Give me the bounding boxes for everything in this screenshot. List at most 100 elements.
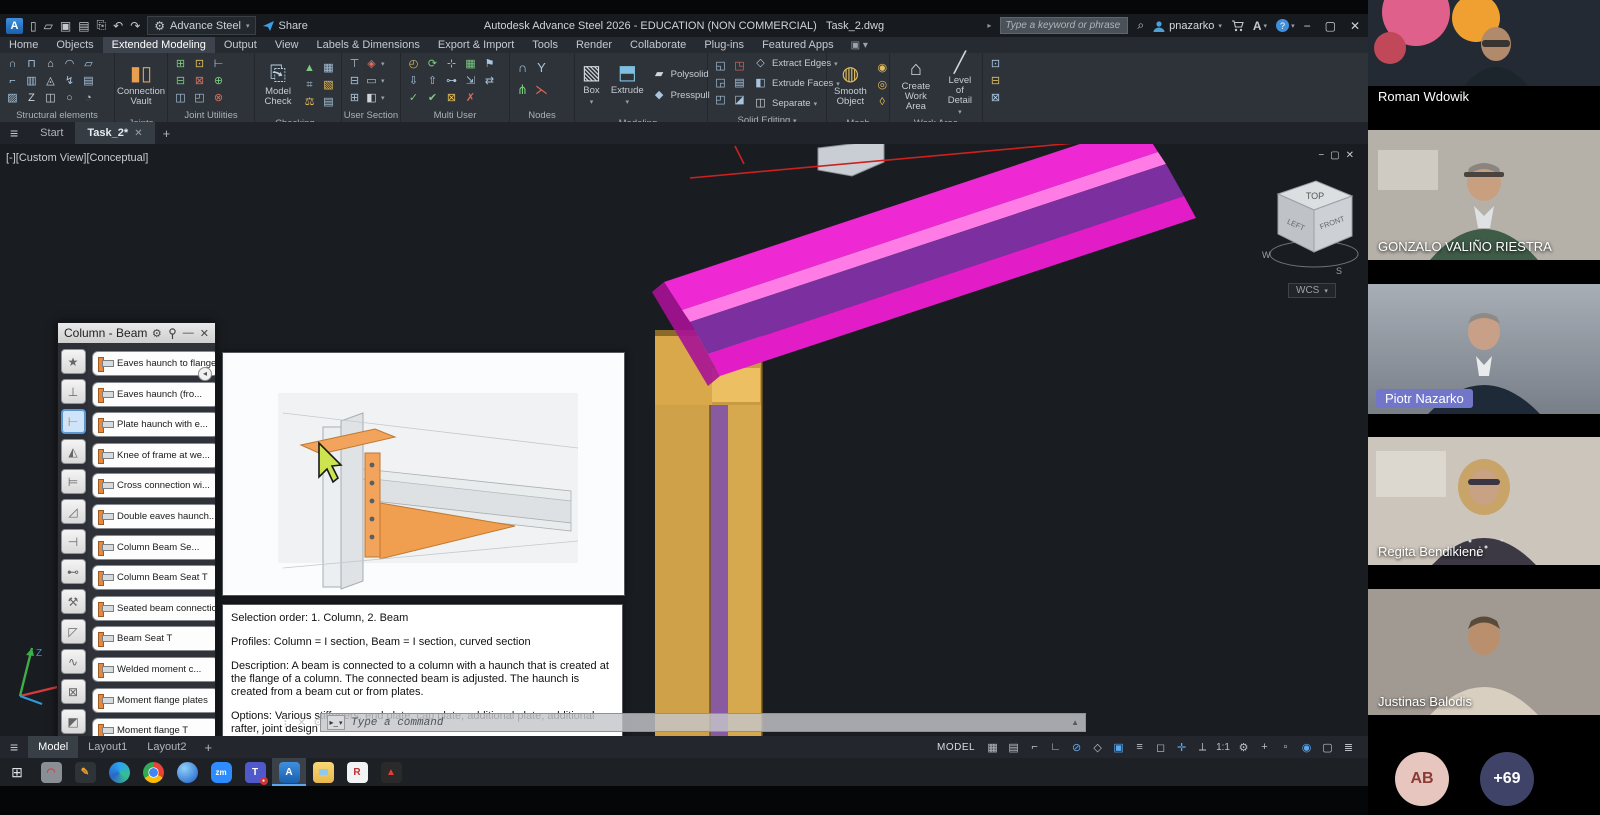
category-tube-icon[interactable]: ⊷ xyxy=(61,559,86,584)
palette-item[interactable]: Moment flange T xyxy=(92,718,215,736)
category-plate-icon[interactable]: ◸ xyxy=(61,619,86,644)
start-button[interactable]: ⊞ xyxy=(0,758,34,786)
joint-search-icon[interactable]: ◰ xyxy=(191,90,208,107)
graphics-performance-icon[interactable]: ◉ xyxy=(1299,741,1314,754)
taskbar-app-icon-1[interactable]: ◠ xyxy=(34,758,68,786)
palette-item[interactable]: Welded moment c... xyxy=(92,657,215,682)
section-fill-dropdown[interactable]: ◧▾ xyxy=(365,90,391,107)
mu-ok-icon[interactable]: ✔ xyxy=(424,90,441,107)
check-clash-icon[interactable]: ▲ xyxy=(301,60,318,77)
palette-item[interactable]: Column Beam Seat T xyxy=(92,565,215,590)
joint-delete-icon[interactable]: ⊠ xyxy=(191,73,208,90)
tab-output[interactable]: Output xyxy=(215,37,266,53)
shell-icon[interactable]: ◰ xyxy=(712,92,729,109)
ribbon-gable-icon[interactable]: ◬ xyxy=(42,73,59,90)
node-remove-icon[interactable]: ⋋ xyxy=(533,81,550,98)
presspull-button[interactable]: ◆Presspull xyxy=(651,87,710,104)
mu-download-icon[interactable]: ⇩ xyxy=(405,73,422,90)
mesh-crease-icon[interactable]: ◎ xyxy=(874,77,891,94)
node-y-icon[interactable]: Y xyxy=(533,59,550,76)
palette-item[interactable]: Plate haunch with e... xyxy=(92,412,215,437)
mu-merge-icon[interactable]: ⇲ xyxy=(462,73,479,90)
viewport-restore-icon[interactable]: ▢ xyxy=(1330,150,1345,161)
category-favorites-icon[interactable]: ★ xyxy=(61,349,86,374)
file-tab-menu-icon[interactable]: ≡ xyxy=(0,125,28,141)
palette-close-icon[interactable]: ✕ xyxy=(200,327,209,340)
mu-flag-icon[interactable]: ⚑ xyxy=(481,56,498,73)
file-tab-task2[interactable]: Task_2* ✕ xyxy=(75,122,154,144)
new-layout-button[interactable]: + xyxy=(204,740,212,755)
taskbar-whiteboard-icon[interactable]: ✎ xyxy=(68,758,102,786)
taskbar-zoom-icon[interactable]: zm xyxy=(204,758,238,786)
palette-item[interactable]: Seated beam connection xyxy=(92,596,215,621)
ortho-icon[interactable]: ∟ xyxy=(1048,741,1063,753)
viewport-close-icon[interactable]: ✕ xyxy=(1346,150,1360,161)
infer-icon[interactable]: ⌐ xyxy=(1027,741,1042,753)
taskbar-app-icon-2[interactable] xyxy=(170,758,204,786)
ribbon-column-icon[interactable]: ▥ xyxy=(23,73,40,90)
mu-check-icon[interactable]: ✓ xyxy=(405,90,422,107)
section-box-dropdown[interactable]: ◈▾ xyxy=(365,56,391,73)
search-icon[interactable]: ⌕ xyxy=(1137,18,1144,33)
taskbar-acrobat-icon[interactable]: ▲ xyxy=(374,758,408,786)
taskbar-chrome-icon[interactable] xyxy=(136,758,170,786)
plot-icon[interactable]: ⎘ xyxy=(97,18,107,33)
mu-lock-icon[interactable]: ⊠ xyxy=(443,90,460,107)
command-expand-icon[interactable]: ▲ xyxy=(1071,718,1079,727)
model-viewport[interactable]: [-][Custom View][Conceptual] −▢✕ TOP LEF… xyxy=(0,144,1368,736)
palette-item[interactable]: Eaves haunch (fro... xyxy=(92,382,215,407)
joint-box-icon[interactable]: ◫ xyxy=(172,90,189,107)
connection-vault-button[interactable]: ▮▯ Connection Vault xyxy=(114,55,168,115)
restore-button[interactable]: ▢ xyxy=(1325,19,1338,33)
undo-icon[interactable]: ↶ xyxy=(113,19,123,33)
wa-box-icon[interactable]: ⊡ xyxy=(987,56,1004,73)
mu-swap-icon[interactable]: ⇄ xyxy=(481,73,498,90)
ribbon-house-icon[interactable]: ⌂ xyxy=(42,56,59,73)
check-weight-icon[interactable]: ⚖ xyxy=(301,94,318,111)
subtract-icon[interactable]: ◳ xyxy=(731,58,748,75)
union-icon[interactable]: ◱ xyxy=(712,58,729,75)
wa-sheet-icon[interactable]: ⊠ xyxy=(987,90,1004,107)
wcs-selector[interactable]: WCS▾ xyxy=(1288,283,1336,298)
ribbon-curved-icon[interactable]: ◠ xyxy=(61,56,78,73)
command-input[interactable]: Type a command xyxy=(351,717,443,729)
lineweight-icon[interactable]: ≡ xyxy=(1132,741,1147,753)
command-recent-icon[interactable]: ▸_▾ xyxy=(327,715,345,730)
mu-upload-icon[interactable]: ⇧ xyxy=(424,73,441,90)
selection-cycling-icon[interactable]: ✛ xyxy=(1174,741,1189,754)
mesh-refine-icon[interactable]: ◉ xyxy=(874,60,891,77)
mu-release-icon[interactable]: ✗ xyxy=(462,90,479,107)
cart-icon[interactable] xyxy=(1231,20,1244,32)
category-bracing-icon[interactable]: ∿ xyxy=(61,649,86,674)
palette-item[interactable]: Column Beam Se... xyxy=(92,535,215,560)
participant-video[interactable]: GONZALO VALIÑO RIESTRA xyxy=(1368,130,1600,260)
check-list-icon[interactable]: ▤ xyxy=(320,94,337,111)
viewport-controls-label[interactable]: [-][Custom View][Conceptual] xyxy=(6,152,148,164)
tab-home[interactable]: Home xyxy=(0,37,47,53)
participant-overflow-count[interactable]: +69 xyxy=(1480,752,1534,806)
section-edit-icon[interactable]: ⊟ xyxy=(346,73,363,90)
autodesk-account-menu[interactable]: A▾ xyxy=(1253,19,1267,33)
command-grip-icon[interactable]: ⡇ xyxy=(283,716,290,729)
palette-item[interactable]: Eaves haunch to flange xyxy=(92,351,215,376)
signin-user[interactable]: pnazarko ▾ xyxy=(1153,20,1222,32)
ribbon-grid-icon[interactable]: ∩ xyxy=(4,56,21,73)
thicken-icon[interactable]: ◪ xyxy=(731,92,748,109)
ribbon-shed-icon[interactable]: ◫ xyxy=(42,90,59,107)
tab-collaborate[interactable]: Collaborate xyxy=(621,37,695,53)
box-button[interactable]: ▧ Box▾ xyxy=(579,55,604,115)
taskbar-edge-icon[interactable] xyxy=(102,758,136,786)
slice-icon[interactable]: ▤ xyxy=(731,75,748,92)
snap-icon[interactable]: ▤ xyxy=(1006,741,1021,754)
ribbon-portal-icon[interactable]: ⊓ xyxy=(23,56,40,73)
joint-copy-icon[interactable]: ⊟ xyxy=(172,73,189,90)
ribbon-spiral-icon[interactable]: ◔ xyxy=(80,90,97,107)
category-column-beam-icon[interactable]: ⊢ xyxy=(61,409,86,434)
save-icon[interactable]: ▣ xyxy=(60,19,71,33)
mu-blank[interactable]: · xyxy=(481,90,498,107)
palette-minimize-icon[interactable]: — xyxy=(183,327,194,339)
palette-item[interactable]: Beam Seat T xyxy=(92,626,215,651)
category-tools-icon[interactable]: ⚒ xyxy=(61,589,86,614)
create-work-area-button[interactable]: ⌂ Create Work Area xyxy=(894,55,938,115)
annotation-plus-icon[interactable]: + xyxy=(1257,741,1272,753)
